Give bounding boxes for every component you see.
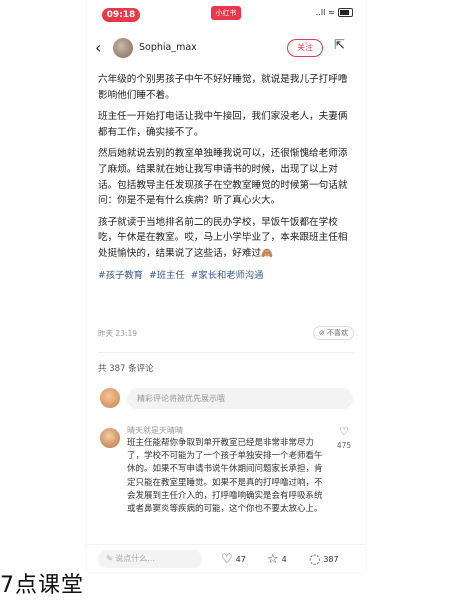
battery-icon: [338, 8, 353, 17]
comment-count: 共 387 条评论: [98, 364, 154, 374]
status-time: 09:18: [102, 8, 140, 22]
comment-like-count: 475: [336, 441, 352, 450]
say-input[interactable]: ✎ 说点什么...: [98, 550, 202, 568]
comment-total: 387: [323, 554, 339, 564]
post-paragraph: 班主任一开始打电话让我中午接回，我们家没老人，夫妻俩都有工作，确实接不了。: [98, 111, 348, 138]
comment-input[interactable]: 精彩评论将被优先展示哦: [127, 388, 353, 409]
post-content: 六年级的个别男孩子中午不好好睡觉，就说是我儿子打呼噜影响他们睡不着。 班主任一开…: [98, 72, 356, 283]
post-paragraph: 孩子就读于当地排名前二的民办学校，早饭午饭都在学校吃，午休是在教室。哎，马上小学…: [98, 216, 348, 259]
tag-link[interactable]: #班主任: [149, 270, 185, 281]
divider: [98, 352, 354, 353]
like-count: 47: [235, 554, 246, 564]
follow-button[interactable]: 关注: [287, 39, 323, 57]
like-button[interactable]: ♡ 47: [221, 551, 246, 567]
tag-link[interactable]: #孩子教育: [98, 270, 143, 281]
say-placeholder: 说点什么...: [115, 554, 155, 563]
dislike-button[interactable]: ⊘ 不喜欢: [312, 326, 354, 340]
author-avatar[interactable]: [113, 38, 133, 58]
wifi-icon: ≈: [328, 8, 335, 17]
star-icon: ☆: [267, 551, 279, 567]
status-bar: 09:18 小红书 ..ll ≈: [87, 0, 365, 30]
phone-screen: 09:18 小红书 ..ll ≈ ‹ Sophia_max 关注 ⇱ 六年级的个…: [87, 0, 365, 572]
author-name[interactable]: Sophia_max: [139, 42, 197, 53]
watermark-text: 7点课堂: [0, 573, 84, 598]
post-paragraph: 然后她就说去别的教室单独睡我说可以，还很惭愧给老师添了麻烦。结果就在她让我写申请…: [98, 148, 348, 207]
comment-button[interactable]: ◌ 387: [309, 551, 339, 567]
commenter-name[interactable]: 晴天就是天晴晴: [127, 425, 183, 436]
my-avatar: [100, 388, 120, 408]
comment-icon: ◌: [309, 551, 321, 567]
comment-text: 班主任能帮你争取到单开教室已经是非常非常尽力了，学校不可能为了一个孩子单独安排一…: [127, 438, 323, 515]
post-tags: #孩子教育 #班主任 #家长和老师沟通: [98, 268, 356, 284]
signal-icon: ..ll: [315, 8, 326, 17]
post-paragraph: 六年级的个别男孩子中午不好好睡觉，就说是我儿子打呼噜影响他们睡不着。: [98, 74, 348, 101]
post-time: 昨天 23:19: [98, 329, 137, 338]
status-icons: ..ll ≈: [316, 8, 353, 17]
post-header: ‹ Sophia_max 关注 ⇱: [87, 30, 365, 66]
bottom-bar: ✎ 说点什么... ♡ 47 ☆ 4 ◌ 387: [87, 544, 365, 572]
heart-icon[interactable]: ♡: [334, 425, 354, 438]
back-icon[interactable]: ‹: [95, 38, 101, 57]
tag-link[interactable]: #家长和老师沟通: [191, 270, 264, 281]
heart-icon: ♡: [221, 551, 233, 567]
post-meta: 昨天 23:19 ⊘ 不喜欢: [98, 326, 354, 342]
collect-button[interactable]: ☆ 4: [267, 551, 287, 567]
commenter-avatar[interactable]: [100, 428, 120, 448]
dislike-label: 不喜欢: [327, 329, 348, 337]
star-count: 4: [281, 554, 287, 564]
app-tag: 小红书: [211, 6, 241, 20]
share-icon[interactable]: ⇱: [334, 38, 345, 53]
